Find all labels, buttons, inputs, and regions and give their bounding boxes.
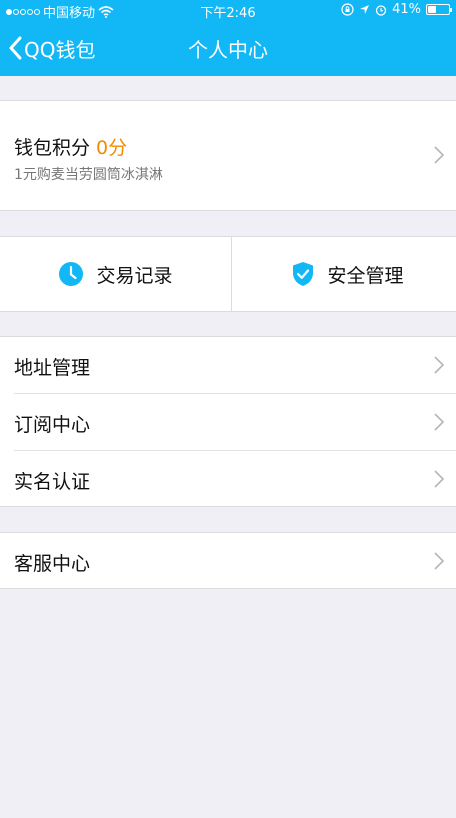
- nav-bar: QQ钱包 个人中心: [0, 20, 456, 76]
- action-buttons: 交易记录 安全管理: [0, 236, 456, 312]
- list-item-label: 实名认证: [14, 471, 91, 493]
- wallet-points-row[interactable]: 钱包积分 0分 1元购麦当劳圆筒冰淇淋: [0, 100, 456, 211]
- clock-icon: [59, 262, 84, 286]
- battery-icon: [426, 4, 452, 15]
- status-bar: 中国移动 下午2:46 41%: [0, 0, 456, 21]
- list-item-subscription-center[interactable]: 订阅中心: [0, 394, 456, 450]
- top-bar: 中国移动 下午2:46 41% QQ钱包 个人中心: [0, 0, 456, 76]
- page-title: 个人中心: [188, 38, 268, 62]
- transaction-records-button[interactable]: 交易记录: [0, 237, 231, 311]
- location-arrow-icon: [360, 5, 370, 14]
- list-item-label: 订阅中心: [14, 414, 91, 436]
- chevron-right-icon: [434, 356, 445, 374]
- list-item-real-name-verification[interactable]: 实名认证: [0, 451, 456, 507]
- list-item-address-management[interactable]: 地址管理: [0, 337, 456, 393]
- settings-list: 地址管理 订阅中心 实名认证: [0, 336, 456, 507]
- list-item-label: 客服中心: [14, 553, 91, 575]
- security-management-label: 安全管理: [327, 264, 404, 287]
- list-item-label: 地址管理: [14, 357, 91, 379]
- list-item-customer-service[interactable]: 客服中心: [0, 533, 456, 589]
- shield-icon: [293, 262, 314, 286]
- chevron-right-icon: [434, 413, 445, 431]
- rotation-lock-icon: [341, 3, 354, 16]
- chevron-right-icon: [434, 552, 445, 570]
- alarm-icon: [375, 4, 387, 16]
- transaction-records-label: 交易记录: [96, 264, 173, 287]
- chevron-right-icon: [434, 146, 445, 164]
- points-title: 钱包积分: [14, 137, 91, 159]
- points-value: 0分: [96, 137, 128, 159]
- chevron-right-icon: [434, 470, 445, 488]
- battery-percent: 41%: [392, 2, 421, 17]
- security-management-button[interactable]: 安全管理: [232, 237, 456, 311]
- support-list: 客服中心: [0, 532, 456, 589]
- points-subtitle: 1元购麦当劳圆筒冰淇淋: [14, 167, 163, 183]
